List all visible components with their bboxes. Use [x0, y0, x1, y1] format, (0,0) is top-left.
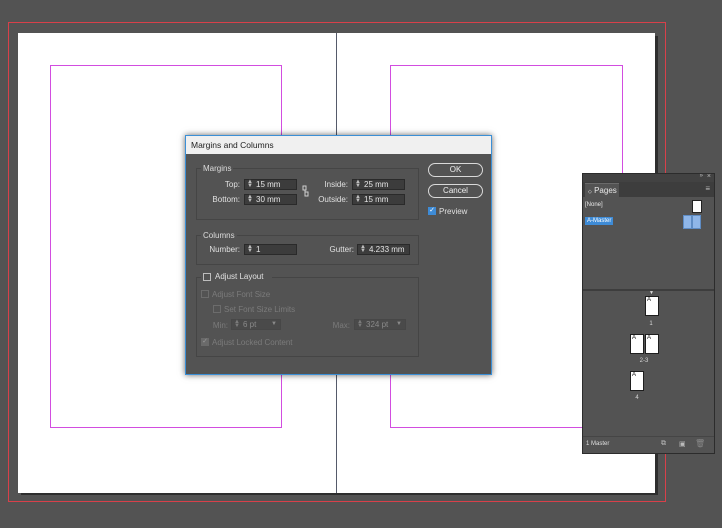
- page-thumbnail-2[interactable]: A: [630, 334, 644, 354]
- min-dropdown-icon[interactable]: ▼: [271, 320, 277, 329]
- new-page-icon[interactable]: ▣: [679, 440, 686, 448]
- inside-label: Inside:: [324, 180, 348, 189]
- set-font-size-limits-checkbox[interactable]: [213, 305, 221, 313]
- bottom-label: Bottom:: [212, 195, 240, 204]
- margins-legend: Margins: [201, 164, 234, 173]
- adjust-layout-checkbox[interactable]: [203, 273, 211, 281]
- page-size-icon[interactable]: ⧉: [661, 440, 666, 448]
- none-master-thumbnail[interactable]: [692, 200, 702, 213]
- columns-legend: Columns: [201, 231, 237, 240]
- page-thumbnail-4[interactable]: A: [630, 371, 644, 391]
- adjust-locked-content-label: Adjust Locked Content: [212, 338, 293, 347]
- panel-menu-icon[interactable]: ≡: [705, 184, 710, 193]
- gutter-label: Gutter:: [329, 245, 354, 254]
- outside-label: Outside:: [318, 195, 348, 204]
- inside-field[interactable]: ▲ ▼ 25 mm: [352, 179, 405, 190]
- panel-header-bar: » ×: [583, 173, 714, 182]
- a-master-thumbnail-left[interactable]: [683, 215, 692, 229]
- adjust-font-size-checkbox[interactable]: [201, 290, 209, 298]
- bottom-field[interactable]: ▲ ▼ 30 mm: [244, 194, 297, 205]
- a-master-thumbnail-right[interactable]: [692, 215, 701, 229]
- a-master-label[interactable]: A-Master: [585, 217, 614, 225]
- close-panel-icon[interactable]: ×: [707, 173, 711, 180]
- adjust-layout-row[interactable]: Adjust Layout: [201, 271, 272, 282]
- number-label: Number:: [209, 245, 240, 254]
- cancel-button[interactable]: Cancel: [428, 184, 483, 198]
- tab-pages[interactable]: ◇ Pages: [585, 183, 619, 197]
- top-stepper-icon[interactable]: ▲ ▼: [246, 179, 254, 189]
- max-dropdown-icon[interactable]: ▼: [396, 320, 402, 329]
- page-number-1: 1: [649, 321, 653, 327]
- adjust-font-size-label: Adjust Font Size: [212, 290, 271, 299]
- adjust-locked-content-checkbox[interactable]: ✓: [201, 338, 209, 346]
- panel-footer: 1 Master ⧉ ▣ 🗑: [583, 436, 714, 454]
- page-number-2-3: 2-3: [639, 358, 649, 364]
- preview-checkbox[interactable]: ✓: [428, 207, 436, 215]
- page-thumbnail-3[interactable]: A: [645, 334, 659, 354]
- min-stepper-icon[interactable]: ▲ ▼: [233, 319, 241, 329]
- link-chain-icon[interactable]: [301, 185, 310, 197]
- gutter-stepper-icon[interactable]: ▲ ▼: [359, 244, 367, 254]
- page-thumbnail-1[interactable]: A: [645, 296, 659, 316]
- collapse-panel-icon[interactable]: »: [700, 173, 703, 179]
- max-label: Max:: [332, 321, 350, 330]
- outside-stepper-icon[interactable]: ▲ ▼: [354, 194, 362, 204]
- min-label: Min:: [212, 321, 228, 330]
- footer-status: 1 Master: [586, 441, 610, 447]
- max-field[interactable]: ▲ ▼ 324 pt ▼: [354, 319, 406, 330]
- gutter-field[interactable]: ▲ ▼ 4.233 mm: [357, 244, 410, 255]
- preview-label: Preview: [439, 207, 468, 216]
- top-label: Top:: [224, 180, 240, 189]
- pages-panel: » × ◇ Pages ≡ [None] A-Master ▼ A 1 A A …: [582, 173, 715, 454]
- max-stepper-icon[interactable]: ▲ ▼: [356, 319, 364, 329]
- number-field[interactable]: ▲ ▼ 1: [244, 244, 297, 255]
- dialog-title: Margins and Columns: [186, 136, 491, 154]
- number-stepper-icon[interactable]: ▲ ▼: [246, 244, 254, 254]
- top-field[interactable]: ▲ ▼ 15 mm: [244, 179, 297, 190]
- ok-button[interactable]: OK: [428, 163, 483, 177]
- inside-stepper-icon[interactable]: ▲ ▼: [354, 179, 362, 189]
- adjust-layout-label: Adjust Layout: [215, 272, 264, 281]
- set-font-size-limits-label: Set Font Size Limits: [224, 305, 296, 314]
- delete-page-icon[interactable]: 🗑: [695, 439, 705, 448]
- outside-field[interactable]: ▲ ▼ 15 mm: [352, 194, 405, 205]
- tab-expand-icon: ◇: [588, 189, 592, 195]
- margins-and-columns-dialog: Margins and Columns Margins Top: ▲ ▼ 15 m…: [185, 135, 492, 375]
- min-field[interactable]: ▲ ▼ 6 pt ▼: [231, 319, 281, 330]
- page-number-4: 4: [635, 395, 639, 401]
- bottom-stepper-icon[interactable]: ▲ ▼: [246, 194, 254, 204]
- none-master-label[interactable]: [None]: [585, 202, 603, 208]
